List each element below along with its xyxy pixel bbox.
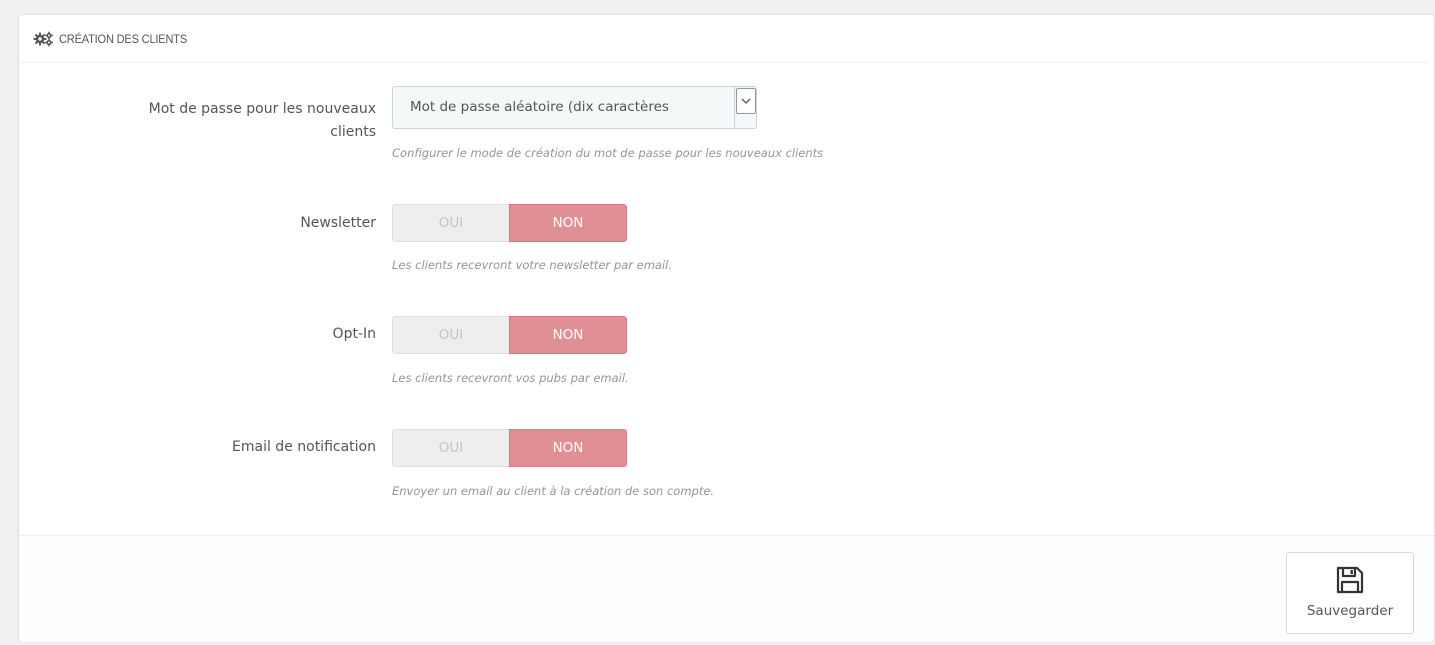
password-label-line2: clients xyxy=(330,124,376,140)
password-label-line1: Mot de passe pour les nouveaux xyxy=(148,101,376,117)
save-button-label: Sauvegarder xyxy=(1306,603,1394,619)
notification-no-option[interactable]: NON xyxy=(509,429,627,467)
notification-switch: OUI NON xyxy=(392,429,627,467)
notification-label: Email de notification xyxy=(232,439,376,455)
cogs-icon xyxy=(33,31,55,47)
password-mode-selected-value: Mot de passe aléatoire (dix caractères xyxy=(410,99,669,115)
floppy-disk-icon xyxy=(1335,565,1365,595)
password-label: Mot de passe pour les nouveaux clients xyxy=(149,98,376,144)
optin-switch: OUI NON xyxy=(392,316,627,354)
select-dropdown-toggle[interactable] xyxy=(734,87,756,128)
optin-yes-option[interactable]: OUI xyxy=(392,316,509,354)
panel-heading: CRÉATION DES CLIENTS xyxy=(19,15,1429,63)
notification-yes-option[interactable]: OUI xyxy=(392,429,509,467)
chevron-down-icon xyxy=(735,88,756,114)
newsletter-no-option[interactable]: NON xyxy=(509,204,627,242)
newsletter-yes-option[interactable]: OUI xyxy=(392,204,509,242)
optin-help: Les clients recevront vos pubs par email… xyxy=(392,371,629,385)
save-button[interactable]: Sauvegarder xyxy=(1286,552,1414,634)
newsletter-switch: OUI NON xyxy=(392,204,627,242)
password-mode-select[interactable]: Mot de passe aléatoire (dix caractères xyxy=(392,86,757,129)
customer-creation-panel: CRÉATION DES CLIENTS Mot de passe pour l… xyxy=(18,14,1435,642)
notification-help: Envoyer un email au client à la création… xyxy=(392,484,715,498)
optin-label: Opt-In xyxy=(332,326,376,342)
newsletter-label: Newsletter xyxy=(300,215,376,231)
optin-no-option[interactable]: NON xyxy=(509,316,627,354)
newsletter-help: Les clients recevront votre newsletter p… xyxy=(392,258,673,272)
panel-footer: Sauvegarder xyxy=(19,535,1434,642)
password-help: Configurer le mode de création du mot de… xyxy=(392,146,824,160)
panel-title: CRÉATION DES CLIENTS xyxy=(59,31,188,46)
